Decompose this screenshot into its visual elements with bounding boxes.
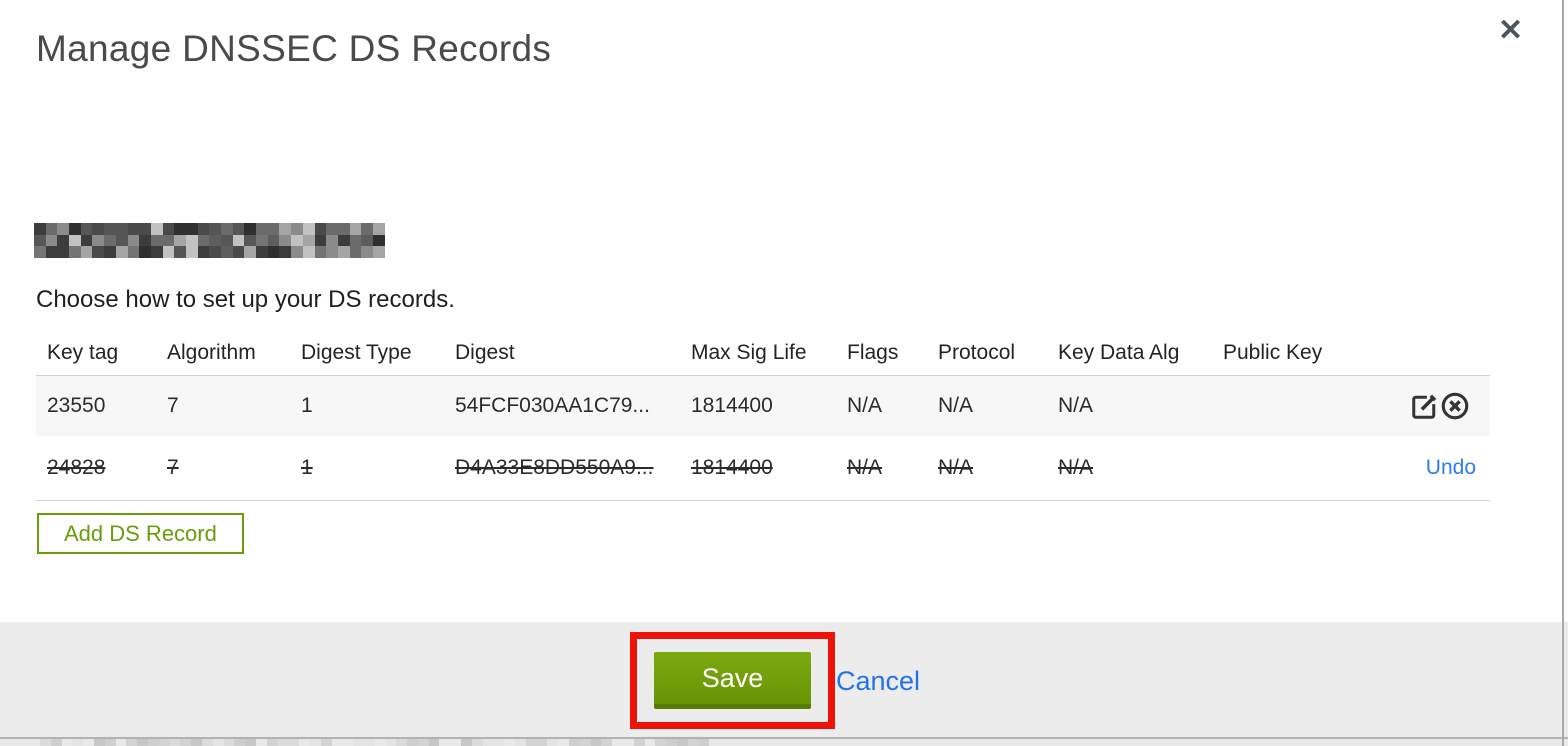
- add-ds-record-button[interactable]: Add DS Record: [37, 513, 244, 554]
- column-header-actions: [1350, 330, 1490, 376]
- ds-records-table: Key tag Algorithm Digest Type Digest Max…: [36, 330, 1490, 501]
- column-header-protocol: Protocol: [927, 330, 1047, 376]
- cell-digest: D4A33E8DD550A9...: [444, 436, 680, 501]
- cell-flags: N/A: [847, 394, 883, 417]
- cell-key-data-alg: N/A: [1058, 394, 1094, 417]
- cell-algorithm: 7: [167, 394, 179, 417]
- table-row: 23550 7 1 54FCF030AA1C79... 1814400 N/A …: [36, 375, 1490, 437]
- column-header-key-tag: Key tag: [36, 330, 156, 376]
- cell-digest: 54FCF030AA1C79...: [455, 394, 650, 417]
- cell-flags: N/A: [836, 436, 927, 501]
- blurred-background-text: [40, 739, 710, 746]
- cell-algorithm: 7: [156, 436, 290, 501]
- modal-footer: Save Cancel: [0, 622, 1568, 737]
- cancel-link[interactable]: Cancel: [836, 666, 920, 697]
- column-header-flags: Flags: [836, 330, 927, 376]
- page-title: Manage DNSSEC DS Records: [36, 28, 552, 69]
- cell-max-sig-life: 1814400: [680, 436, 836, 501]
- row-actions: [1350, 376, 1490, 437]
- cell-key-data-alg: N/A: [1047, 436, 1212, 501]
- cell-key-tag: 24828: [36, 436, 156, 501]
- table-row-deleted: 24828 7 1 D4A33E8DD550A9... 1814400 N/A …: [36, 436, 1490, 501]
- page-behind-modal-strip: [0, 739, 1568, 746]
- redacted-domain-name: [34, 223, 385, 259]
- table-header-row: Key tag Algorithm Digest Type Digest Max…: [36, 330, 1490, 376]
- cell-protocol: N/A: [927, 436, 1047, 501]
- column-header-digest: Digest: [444, 330, 680, 376]
- cell-key-tag: 23550: [47, 394, 106, 417]
- cell-protocol: N/A: [938, 394, 974, 417]
- cell-public-key: [1212, 436, 1350, 501]
- cell-digest-type: 1: [301, 394, 313, 417]
- close-icon[interactable]: ✕: [1498, 16, 1523, 46]
- column-header-public-key: Public Key: [1212, 330, 1350, 376]
- undo-link[interactable]: Undo: [1426, 456, 1476, 479]
- cell-digest-type: 1: [290, 436, 444, 501]
- edit-record-icon[interactable]: [1410, 391, 1440, 421]
- column-header-algorithm: Algorithm: [156, 330, 290, 376]
- column-header-digest-type: Digest Type: [290, 330, 444, 376]
- cell-public-key: [1212, 376, 1350, 437]
- subtitle-text: Choose how to set up your DS records.: [36, 286, 455, 313]
- save-button[interactable]: Save: [654, 652, 811, 709]
- cell-max-sig-life: 1814400: [691, 394, 773, 417]
- column-header-key-data-alg: Key Data Alg: [1047, 330, 1212, 376]
- dnssec-ds-records-modal: Manage DNSSEC DS Records ✕ Choose how to…: [0, 0, 1568, 746]
- save-annotation-highlight-box: Save: [630, 632, 835, 729]
- row-actions: Undo: [1350, 436, 1490, 501]
- delete-record-icon[interactable]: [1440, 391, 1470, 421]
- modal-right-border: [1562, 0, 1564, 746]
- column-header-max-sig-life: Max Sig Life: [680, 330, 836, 376]
